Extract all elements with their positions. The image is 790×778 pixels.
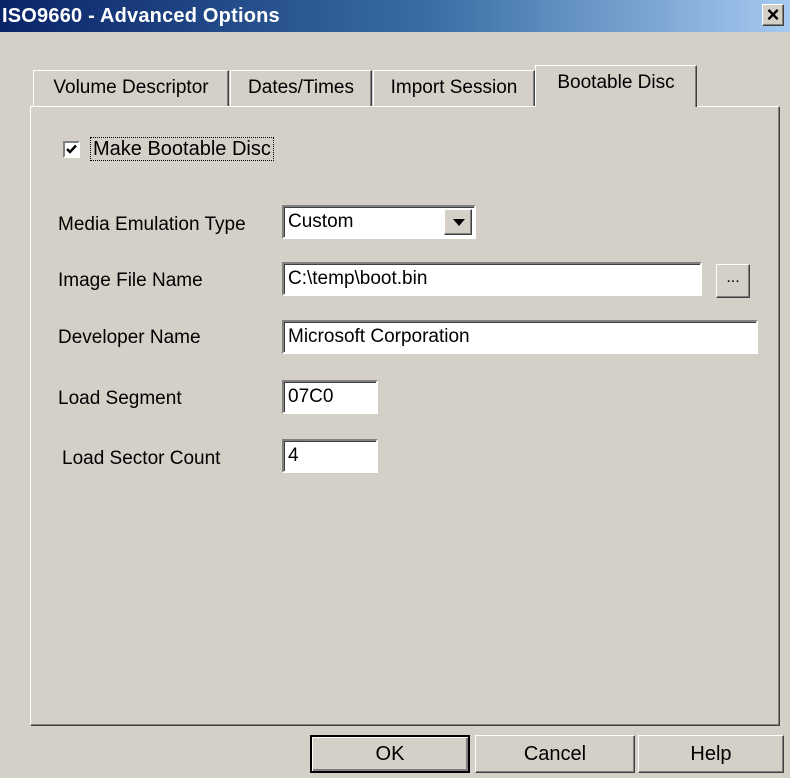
developer-name-input[interactable]: Microsoft Corporation <box>282 320 758 354</box>
ok-button[interactable]: OK <box>310 735 470 773</box>
tab-panel-bootable-disc <box>30 106 780 726</box>
image-file-label: Image File Name <box>58 270 203 291</box>
load-sector-count-label: Load Sector Count <box>62 448 221 469</box>
browse-button[interactable]: ... <box>716 264 750 298</box>
checkmark-icon <box>66 144 77 154</box>
image-file-input[interactable]: C:\temp\boot.bin <box>282 262 702 296</box>
tab-volume-descriptor[interactable]: Volume Descriptor <box>33 70 229 106</box>
tab-dates-times[interactable]: Dates/Times <box>230 70 372 106</box>
cancel-button[interactable]: Cancel <box>475 735 635 773</box>
chevron-down-icon <box>453 219 465 226</box>
media-emulation-select[interactable]: Custom <box>282 205 476 239</box>
make-bootable-checkbox[interactable] <box>63 141 80 158</box>
close-icon: × <box>766 2 780 27</box>
dialog-window: ISO9660 - Advanced Options × Volume Desc… <box>0 0 790 778</box>
help-button[interactable]: Help <box>638 735 784 773</box>
window-title: ISO9660 - Advanced Options <box>2 5 280 27</box>
title-bar[interactable]: ISO9660 - Advanced Options × <box>0 0 790 32</box>
media-emulation-dropdown-button[interactable] <box>444 209 472 235</box>
load-segment-label: Load Segment <box>58 388 182 409</box>
tab-import-session[interactable]: Import Session <box>373 70 535 106</box>
developer-name-label: Developer Name <box>58 327 201 348</box>
close-button[interactable]: × <box>762 2 784 27</box>
tab-bootable-disc[interactable]: Bootable Disc <box>535 65 697 107</box>
load-sector-count-input[interactable]: 4 <box>282 439 378 473</box>
load-segment-input[interactable]: 07C0 <box>282 380 378 414</box>
media-emulation-label: Media Emulation Type <box>58 214 246 235</box>
make-bootable-label[interactable]: Make Bootable Disc <box>90 137 274 161</box>
media-emulation-value: Custom <box>288 211 354 232</box>
